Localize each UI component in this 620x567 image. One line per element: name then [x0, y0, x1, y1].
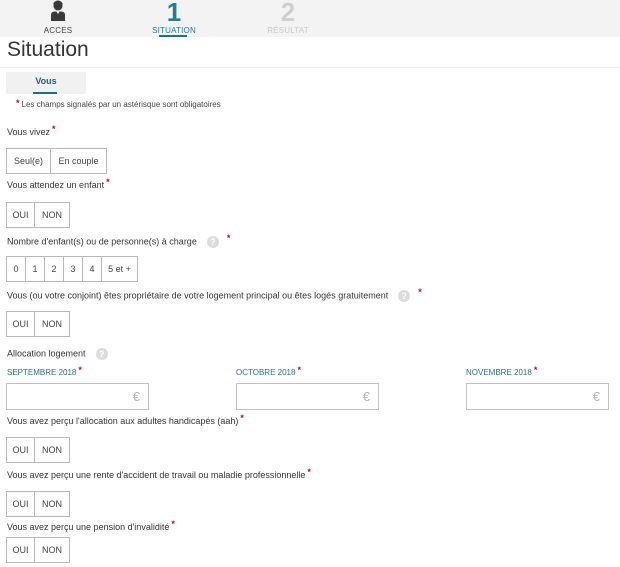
question-aah: Vous avez perçu l'allocation aux adultes…	[7, 413, 244, 426]
question-label: Nombre d'enfant(s) ou de personne(s) à c…	[7, 236, 197, 247]
required-marker: *	[226, 233, 231, 243]
invalidite-non-button[interactable]: NON	[35, 538, 69, 562]
question-vous-vivez: Vous vivez *	[7, 124, 56, 137]
month-label-octobre: OCTOBRE 2018 *	[236, 365, 301, 378]
enfant-options: OUI NON	[6, 202, 70, 228]
enfant-non-button[interactable]: NON	[35, 203, 69, 227]
required-marker: *	[16, 98, 20, 108]
euro-icon: €	[132, 389, 140, 404]
required-marker: *	[533, 365, 538, 375]
question-enfant: Vous attendez un enfant *	[7, 177, 110, 190]
invalidite-options: OUI NON	[6, 537, 70, 563]
rente-options: OUI NON	[6, 491, 70, 517]
allocation-septembre-input[interactable]	[7, 384, 127, 409]
count-4-button[interactable]: 4	[83, 257, 102, 281]
aah-options: OUI NON	[6, 437, 70, 463]
required-fields-note: * Les champs signalés par un astérisque s…	[16, 98, 221, 110]
question-label: Allocation logement	[7, 348, 86, 359]
month-label-septembre: SEPTEMBRE 2018 *	[7, 365, 82, 378]
active-tab-indicator	[33, 92, 57, 94]
required-marker: *	[171, 519, 175, 529]
help-icon[interactable]: ?	[398, 290, 411, 302]
question-label: Vous (ou votre conjoint) êtes propriétai…	[7, 290, 389, 301]
step-acces-label: ACCES	[43, 26, 73, 35]
title-divider	[0, 67, 620, 68]
count-5-plus-button[interactable]: 5 et +	[102, 257, 137, 281]
aah-oui-button[interactable]: OUI	[7, 438, 35, 462]
rente-non-button[interactable]: NON	[35, 492, 69, 516]
step-resultat-label: RÉSULTAT	[267, 26, 309, 35]
question-rente: Vous avez perçu une rente d'accident de …	[7, 467, 311, 480]
step-situation-label: SITUATION	[152, 26, 196, 35]
active-step-indicator	[159, 35, 187, 37]
required-marker: *	[52, 124, 56, 134]
required-marker: *	[106, 177, 110, 187]
month-label-text: NOVEMBRE 2018	[466, 368, 532, 377]
proprietaire-options: OUI NON	[6, 311, 70, 337]
question-allocation-logement: Allocation logement?	[7, 348, 108, 360]
euro-icon: €	[592, 389, 600, 404]
proprietaire-oui-button[interactable]: OUI	[7, 312, 35, 336]
count-0-button[interactable]: 0	[7, 257, 26, 281]
help-icon[interactable]: ?	[95, 348, 108, 360]
allocation-octobre-field[interactable]: €	[236, 383, 379, 410]
required-marker: *	[307, 467, 311, 477]
option-en-couple-button[interactable]: En couple	[51, 149, 106, 173]
month-label-text: SEPTEMBRE 2018	[7, 368, 77, 377]
allocation-septembre-field[interactable]: €	[6, 383, 149, 410]
question-nombre-enfants: Nombre d'enfant(s) ou de personne(s) à c…	[7, 233, 231, 248]
month-label-novembre: NOVEMBRE 2018 *	[466, 365, 538, 378]
allocation-novembre-field[interactable]: €	[466, 383, 609, 410]
proprietaire-non-button[interactable]: NON	[35, 312, 69, 336]
required-marker: *	[78, 365, 82, 375]
question-proprietaire: Vous (ou votre conjoint) êtes propriétai…	[7, 287, 422, 302]
invalidite-oui-button[interactable]: OUI	[7, 538, 35, 562]
required-marker: *	[297, 365, 301, 375]
tab-vous-label: Vous	[35, 76, 57, 86]
tab-vous[interactable]: Vous	[6, 72, 86, 94]
page-title: Situation	[7, 38, 89, 61]
step-resultat-number: 2	[280, 0, 296, 27]
question-invalidite: Vous avez perçu une pension d'invalidité…	[7, 519, 175, 532]
vous-vivez-options: Seul(e) En couple	[6, 148, 107, 174]
required-note-text: Les champs signalés par un astérisque so…	[21, 100, 221, 109]
progress-stepper: ACCES 1 SITUATION 2 RÉSULTAT	[0, 0, 620, 37]
help-icon[interactable]: ?	[206, 236, 219, 248]
step-situation-number: 1	[166, 0, 182, 27]
question-label: Vous attendez un enfant	[7, 180, 105, 190]
question-label: Vous avez perçu une rente d'accident de …	[7, 470, 306, 480]
enfant-oui-button[interactable]: OUI	[7, 203, 35, 227]
required-marker: *	[240, 413, 244, 423]
user-icon	[51, 0, 65, 21]
euro-icon: €	[362, 389, 370, 404]
option-seul-button[interactable]: Seul(e)	[7, 149, 51, 173]
aah-non-button[interactable]: NON	[35, 438, 69, 462]
count-1-button[interactable]: 1	[26, 257, 45, 281]
rente-oui-button[interactable]: OUI	[7, 492, 35, 516]
required-marker: *	[418, 287, 422, 297]
question-label: Vous vivez	[7, 127, 51, 137]
count-3-button[interactable]: 3	[64, 257, 83, 281]
allocation-octobre-input[interactable]	[237, 384, 357, 409]
count-2-button[interactable]: 2	[45, 257, 64, 281]
question-label: Vous avez perçu une pension d'invalidité	[7, 522, 170, 532]
question-label: Vous avez perçu l'allocation aux adultes…	[7, 416, 239, 426]
allocation-novembre-input[interactable]	[467, 384, 587, 409]
month-label-text: OCTOBRE 2018	[236, 368, 296, 377]
nombre-enfants-options: 0 1 2 3 4 5 et +	[6, 256, 138, 282]
